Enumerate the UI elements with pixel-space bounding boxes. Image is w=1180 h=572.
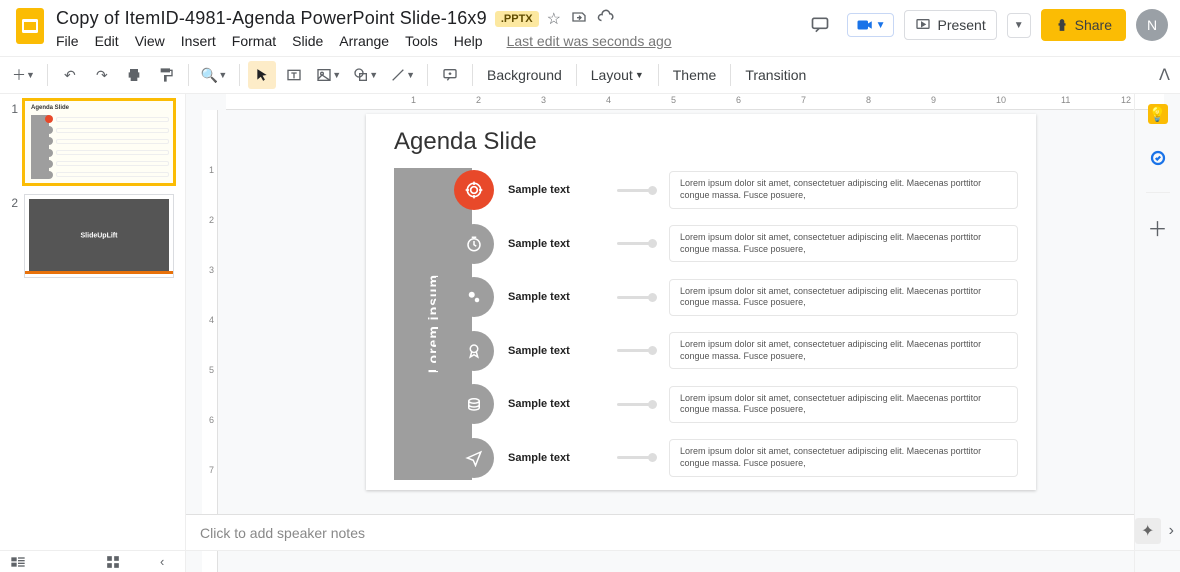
menu-file[interactable]: File bbox=[56, 33, 79, 49]
slide-thumb-1[interactable]: Agenda Slide bbox=[24, 100, 174, 184]
transition-button[interactable]: Transition bbox=[739, 67, 812, 83]
badge-icon[interactable] bbox=[454, 331, 494, 371]
select-tool[interactable] bbox=[248, 61, 276, 89]
slide-thumb-2[interactable]: SlideUpLift bbox=[24, 194, 174, 278]
row-desc[interactable]: Lorem ipsum dolor sit amet, consectetuer… bbox=[669, 225, 1018, 262]
gears-icon[interactable] bbox=[454, 277, 494, 317]
line-tool[interactable]: ▼ bbox=[386, 61, 419, 89]
connector-icon bbox=[617, 403, 655, 406]
agenda-row[interactable]: Sample text Lorem ipsum dolor sit amet, … bbox=[454, 436, 1018, 480]
connector-icon bbox=[617, 242, 655, 245]
menu-insert[interactable]: Insert bbox=[181, 33, 216, 49]
present-dropdown[interactable]: ▼ bbox=[1007, 13, 1031, 38]
menu-slide[interactable]: Slide bbox=[292, 33, 323, 49]
agenda-row[interactable]: Sample text Lorem ipsum dolor sit amet, … bbox=[454, 222, 1018, 266]
target-icon[interactable] bbox=[454, 170, 494, 210]
canvas[interactable]: 1 2 3 4 5 6 7 8 9 10 11 12 13 1 2 3 4 5 … bbox=[186, 94, 1180, 572]
paint-format-button[interactable] bbox=[152, 61, 180, 89]
shape-tool[interactable]: ▼ bbox=[349, 61, 382, 89]
paperplane-icon[interactable] bbox=[454, 438, 494, 478]
cloud-icon[interactable] bbox=[597, 9, 615, 29]
row-desc[interactable]: Lorem ipsum dolor sit amet, consectetuer… bbox=[669, 439, 1018, 476]
theme-button[interactable]: Theme bbox=[667, 67, 723, 83]
filmstrip[interactable]: 1 Agenda Slide 2 SlideUpLift bbox=[0, 94, 186, 572]
slide[interactable]: Agenda Slide Lorem ipsum Sample text Lor… bbox=[366, 114, 1036, 490]
vertical-ruler: 1 2 3 4 5 6 7 bbox=[202, 110, 218, 572]
share-button[interactable]: Share bbox=[1041, 9, 1126, 41]
agenda-row[interactable]: Sample text Lorem ipsum dolor sit amet, … bbox=[454, 382, 1018, 426]
connector-icon bbox=[617, 296, 655, 299]
start-meet-button[interactable]: ▼ bbox=[847, 13, 895, 37]
share-label: Share bbox=[1075, 17, 1112, 33]
thumb2-label: SlideUpLift bbox=[25, 233, 173, 240]
row-label[interactable]: Sample text bbox=[508, 398, 603, 410]
keep-icon[interactable]: 💡 bbox=[1148, 104, 1168, 124]
connector-icon bbox=[617, 349, 655, 352]
row-desc[interactable]: Lorem ipsum dolor sit amet, consectetuer… bbox=[669, 386, 1018, 423]
move-icon[interactable] bbox=[571, 9, 587, 29]
textbox-tool[interactable] bbox=[280, 61, 308, 89]
row-desc[interactable]: Lorem ipsum dolor sit amet, consectetuer… bbox=[669, 171, 1018, 208]
row-label[interactable]: Sample text bbox=[508, 238, 603, 250]
thumb-number: 1 bbox=[4, 100, 18, 116]
doc-title[interactable]: Copy of ItemID-4981-Agenda PowerPoint Sl… bbox=[56, 8, 487, 29]
menu-arrange[interactable]: Arrange bbox=[339, 33, 389, 49]
agenda-row[interactable]: Sample text Lorem ipsum dolor sit amet, … bbox=[454, 329, 1018, 373]
row-label[interactable]: Sample text bbox=[508, 291, 603, 303]
menu-view[interactable]: View bbox=[135, 33, 165, 49]
collapse-toolbar-icon[interactable]: ᐱ bbox=[1159, 65, 1170, 85]
pptx-badge: .PPTX bbox=[495, 11, 539, 27]
star-icon[interactable]: ☆ bbox=[547, 9, 561, 29]
tasks-icon[interactable] bbox=[1148, 148, 1168, 168]
slide-title[interactable]: Agenda Slide bbox=[394, 128, 537, 156]
menu-edit[interactable]: Edit bbox=[95, 33, 119, 49]
stopwatch-icon[interactable] bbox=[454, 224, 494, 264]
bb-collapse-icon[interactable]: ‹ bbox=[160, 554, 164, 569]
coins-icon[interactable] bbox=[454, 384, 494, 424]
print-button[interactable] bbox=[120, 61, 148, 89]
comment-tool[interactable] bbox=[436, 61, 464, 89]
speaker-notes[interactable]: Click to add speaker notes bbox=[186, 514, 1134, 550]
redo-button[interactable]: ↷ bbox=[88, 61, 116, 89]
present-button[interactable]: Present bbox=[904, 10, 996, 40]
horizontal-ruler: 1 2 3 4 5 6 7 8 9 10 11 12 13 bbox=[226, 94, 1164, 110]
background-button[interactable]: Background bbox=[481, 67, 568, 83]
bb-grid-icon[interactable] bbox=[106, 555, 120, 569]
connector-icon bbox=[617, 456, 655, 459]
add-addon-icon[interactable]: ＋ bbox=[1148, 217, 1168, 237]
undo-button[interactable]: ↶ bbox=[56, 61, 84, 89]
menu-format[interactable]: Format bbox=[232, 33, 276, 49]
side-panel: 💡 ＋ bbox=[1134, 94, 1180, 572]
agenda-row[interactable]: Sample text Lorem ipsum dolor sit amet, … bbox=[454, 168, 1018, 212]
new-slide-button[interactable]: ＋▼ bbox=[8, 61, 39, 89]
bb-view-icon[interactable] bbox=[10, 556, 26, 568]
row-desc[interactable]: Lorem ipsum dolor sit amet, consectetuer… bbox=[669, 279, 1018, 316]
connector-icon bbox=[617, 189, 655, 192]
layout-button[interactable]: Layout▼ bbox=[585, 67, 650, 83]
present-label: Present bbox=[937, 17, 985, 33]
slides-logo[interactable] bbox=[12, 8, 48, 44]
agenda-row[interactable]: Sample text Lorem ipsum dolor sit amet, … bbox=[454, 275, 1018, 319]
last-edit[interactable]: Last edit was seconds ago bbox=[507, 33, 672, 49]
comments-icon[interactable] bbox=[803, 8, 837, 42]
menu-help[interactable]: Help bbox=[454, 33, 483, 49]
row-label[interactable]: Sample text bbox=[508, 345, 603, 357]
image-tool[interactable]: ▼ bbox=[312, 61, 345, 89]
thumb-number: 2 bbox=[4, 194, 18, 210]
avatar[interactable]: N bbox=[1136, 9, 1168, 41]
zoom-button[interactable]: 🔍▼ bbox=[197, 61, 231, 89]
menu-tools[interactable]: Tools bbox=[405, 33, 438, 49]
row-label[interactable]: Sample text bbox=[508, 184, 603, 196]
row-label[interactable]: Sample text bbox=[508, 452, 603, 464]
row-desc[interactable]: Lorem ipsum dolor sit amet, consectetuer… bbox=[669, 332, 1018, 369]
